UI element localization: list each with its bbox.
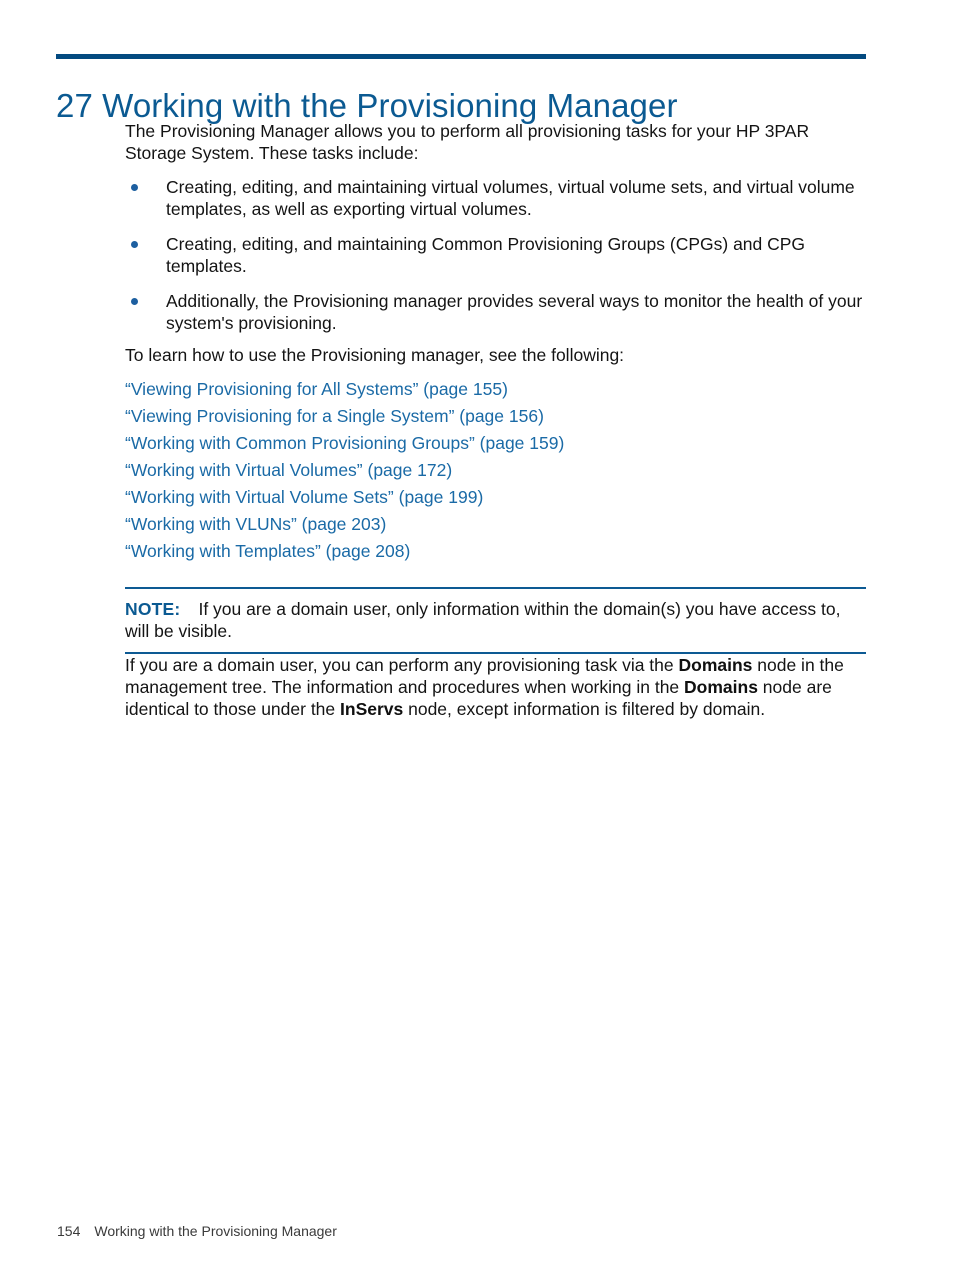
list-item-text: Additionally, the Provisioning manager p… bbox=[166, 291, 863, 333]
note-admonition: NOTE: If you are a domain user, only info… bbox=[125, 587, 866, 654]
cross-reference-link[interactable]: “Viewing Provisioning for a Single Syste… bbox=[125, 406, 544, 426]
closing-bold-domains-2: Domains bbox=[684, 677, 758, 697]
note-message: If you are a domain user, only informati… bbox=[125, 599, 841, 641]
list-item-text: Creating, editing, and maintaining virtu… bbox=[166, 177, 855, 219]
closing-text-part-4: node, except information is filtered by … bbox=[403, 699, 766, 719]
list-item: Additionally, the Provisioning manager p… bbox=[125, 290, 866, 334]
body-column: The Provisioning Manager allows you to p… bbox=[125, 120, 866, 732]
learn-more-lead-in: To learn how to use the Provisioning man… bbox=[125, 345, 625, 365]
page-footer: 154 Working with the Provisioning Manager bbox=[57, 1222, 337, 1240]
bullet-dot-icon bbox=[131, 241, 138, 248]
list-item[interactable]: “Viewing Provisioning for a Single Syste… bbox=[125, 403, 866, 430]
note-label: NOTE: bbox=[125, 599, 181, 619]
footer-running-title: Working with the Provisioning Manager bbox=[94, 1223, 337, 1239]
cross-reference-list: “Viewing Provisioning for All Systems” (… bbox=[125, 376, 866, 565]
bullet-dot-icon bbox=[131, 184, 138, 191]
list-item[interactable]: “Working with Virtual Volume Sets” (page… bbox=[125, 484, 866, 511]
list-item-text: Creating, editing, and maintaining Commo… bbox=[166, 234, 806, 276]
intro-paragraph: The Provisioning Manager allows you to p… bbox=[125, 121, 810, 163]
document-page: 27 Working with the Provisioning Manager… bbox=[0, 0, 954, 1271]
list-item: Creating, editing, and maintaining Commo… bbox=[125, 233, 866, 277]
bullet-dot-icon bbox=[131, 298, 138, 305]
list-item[interactable]: “Working with Common Provisioning Groups… bbox=[125, 430, 866, 457]
footer-page-number: 154 bbox=[57, 1223, 81, 1239]
closing-bold-inservs: InServs bbox=[340, 699, 404, 719]
cross-reference-link[interactable]: “Working with Virtual Volume Sets” (page… bbox=[125, 487, 483, 507]
cross-reference-link[interactable]: “Working with Common Provisioning Groups… bbox=[125, 433, 564, 453]
task-bullet-list: Creating, editing, and maintaining virtu… bbox=[125, 176, 866, 334]
cross-reference-link[interactable]: “Viewing Provisioning for All Systems” (… bbox=[125, 379, 508, 399]
closing-paragraph: If you are a domain user, you can perfor… bbox=[125, 654, 866, 720]
list-item[interactable]: “Working with VLUNs” (page 203) bbox=[125, 511, 866, 538]
note-body: NOTE: If you are a domain user, only info… bbox=[125, 598, 866, 642]
closing-bold-domains-1: Domains bbox=[678, 655, 753, 675]
list-item: Creating, editing, and maintaining virtu… bbox=[125, 176, 866, 220]
chapter-heading-rule bbox=[56, 54, 866, 59]
list-item[interactable]: “Working with Virtual Volumes” (page 172… bbox=[125, 457, 866, 484]
cross-reference-link[interactable]: “Working with VLUNs” (page 203) bbox=[125, 514, 386, 534]
list-item[interactable]: “Viewing Provisioning for All Systems” (… bbox=[125, 376, 866, 403]
cross-reference-link[interactable]: “Working with Virtual Volumes” (page 172… bbox=[125, 460, 452, 480]
list-item[interactable]: “Working with Templates” (page 208) bbox=[125, 538, 866, 565]
closing-text-part-1: If you are a domain user, you can perfor… bbox=[125, 655, 679, 675]
cross-reference-link[interactable]: “Working with Templates” (page 208) bbox=[125, 541, 410, 561]
